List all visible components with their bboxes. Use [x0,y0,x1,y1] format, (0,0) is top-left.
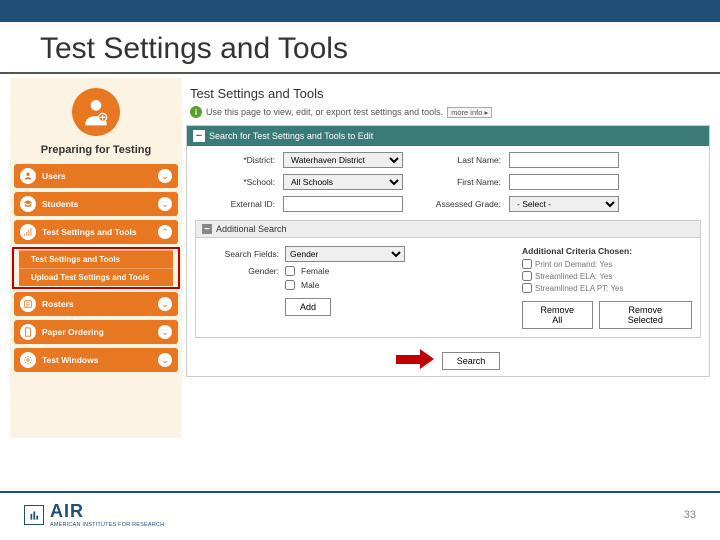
search-fields-label: Search Fields: [204,249,279,259]
sidebar-item-label: Students [42,199,152,209]
sidebar-heading: Preparing for Testing [41,144,151,156]
male-label: Male [301,280,319,290]
crit-checkbox[interactable] [522,259,532,269]
district-select[interactable]: Waterhaven District [283,152,403,168]
tools-icon [20,224,36,240]
additional-title: Additional Search [216,224,287,234]
sidebar-item-paper[interactable]: Paper Ordering ⌄ [14,320,178,344]
footer: AIR AMERICAN INSTITUTES FOR RESEARCH 33 [0,491,720,540]
male-checkbox[interactable] [285,280,295,290]
sidebar-item-students[interactable]: Students ⌄ [14,192,178,216]
users-icon [20,168,36,184]
add-button[interactable]: Add [285,298,331,316]
search-row: Search [195,348,701,370]
page-title: Test Settings and Tools [186,78,710,103]
red-arrow-icon [396,351,436,367]
title-area: Test Settings and Tools [0,22,720,74]
chevron-down-icon: ⌄ [158,297,172,311]
preparing-icon [72,88,120,136]
remove-selected-button[interactable]: Remove Selected [599,301,692,329]
sidebar-sub-upload[interactable]: Upload Test Settings and Tools [19,268,173,286]
panel-title: Search for Test Settings and Tools to Ed… [209,131,373,141]
female-checkbox[interactable] [285,266,295,276]
chevron-down-icon: ⌄ [158,169,172,183]
air-text: AIR [50,501,164,522]
sidebar: Preparing for Testing Users ⌄ Students ⌄… [10,78,182,438]
lastname-label: Last Name: [411,155,501,165]
sidebar-item-rosters[interactable]: Rosters ⌄ [14,292,178,316]
district-label: *District: [195,155,275,165]
collapse-icon: − [202,224,212,234]
sidebar-item-label: Users [42,171,152,181]
info-text: Use this page to view, edit, or export t… [206,107,443,117]
slide-title: Test Settings and Tools [40,32,690,66]
sidebar-sub-test-settings[interactable]: Test Settings and Tools [19,250,173,268]
chevron-down-icon: ⌄ [158,325,172,339]
criteria-item: Streamlined ELA PT: Yes [522,283,692,293]
air-logo: AIR AMERICAN INSTITUTES FOR RESEARCH [24,501,164,528]
highlight-box: Test Settings and Tools Upload Test Sett… [12,247,180,289]
criteria-item: Streamlined ELA: Yes [522,271,692,281]
panel-body: *District: Waterhaven District Last Name… [187,146,709,376]
firstname-input[interactable] [509,174,619,190]
paper-icon [20,324,36,340]
crit-checkbox[interactable] [522,271,532,281]
sidebar-item-label: Test Settings and Tools [42,227,152,237]
sidebar-item-users[interactable]: Users ⌄ [14,164,178,188]
info-icon: i [190,106,202,118]
criteria-item: Print on Demand: Yes [522,259,692,269]
content: Preparing for Testing Users ⌄ Students ⌄… [0,78,720,438]
sidebar-item-windows[interactable]: Test Windows ⌄ [14,348,178,372]
students-icon [20,196,36,212]
page-number: 33 [684,509,696,521]
info-row: i Use this page to view, edit, or export… [186,103,710,121]
chevron-up-icon: ⌃ [158,225,172,239]
sidebar-item-test-settings[interactable]: Test Settings and Tools ⌃ [14,220,178,244]
search-fields-select[interactable]: Gender [285,246,405,262]
main-panel: Test Settings and Tools i Use this page … [186,78,710,438]
lastname-input[interactable] [509,152,619,168]
crit-checkbox[interactable] [522,283,532,293]
additional-right: Additional Criteria Chosen: Print on Dem… [522,246,692,329]
school-label: *School: [195,177,275,187]
remove-all-button[interactable]: Remove All [522,301,593,329]
collapse-icon: − [193,130,205,142]
air-subtext: AMERICAN INSTITUTES FOR RESEARCH [50,522,164,528]
rosters-icon [20,296,36,312]
additional-header[interactable]: − Additional Search [195,220,701,238]
gear-icon [20,352,36,368]
panel-header[interactable]: − Search for Test Settings and Tools to … [187,126,709,146]
firstname-label: First Name: [411,177,501,187]
additional-left: Search Fields: Gender Gender: Female Mal… [204,246,502,329]
chevron-down-icon: ⌄ [158,353,172,367]
female-label: Female [301,266,329,276]
school-select[interactable]: All Schools [283,174,403,190]
external-input[interactable] [283,196,403,212]
search-button[interactable]: Search [442,352,501,370]
grade-label: Assessed Grade: [411,199,501,209]
top-color-bar [0,0,720,22]
air-logo-icon [24,505,44,525]
sidebar-item-label: Paper Ordering [42,327,152,337]
criteria-header: Additional Criteria Chosen: [522,246,692,256]
sidebar-header: Preparing for Testing [10,78,182,162]
sidebar-item-label: Rosters [42,299,152,309]
form-grid: *District: Waterhaven District Last Name… [195,152,701,212]
additional-body: Search Fields: Gender Gender: Female Mal… [195,238,701,338]
more-info-button[interactable]: more info ▸ [447,107,492,118]
grade-select[interactable]: - Select - [509,196,619,212]
external-label: External ID: [195,199,275,209]
search-panel: − Search for Test Settings and Tools to … [186,125,710,377]
chevron-down-icon: ⌄ [158,197,172,211]
gender-label: Gender: [204,266,279,276]
sidebar-item-label: Test Windows [42,355,152,365]
